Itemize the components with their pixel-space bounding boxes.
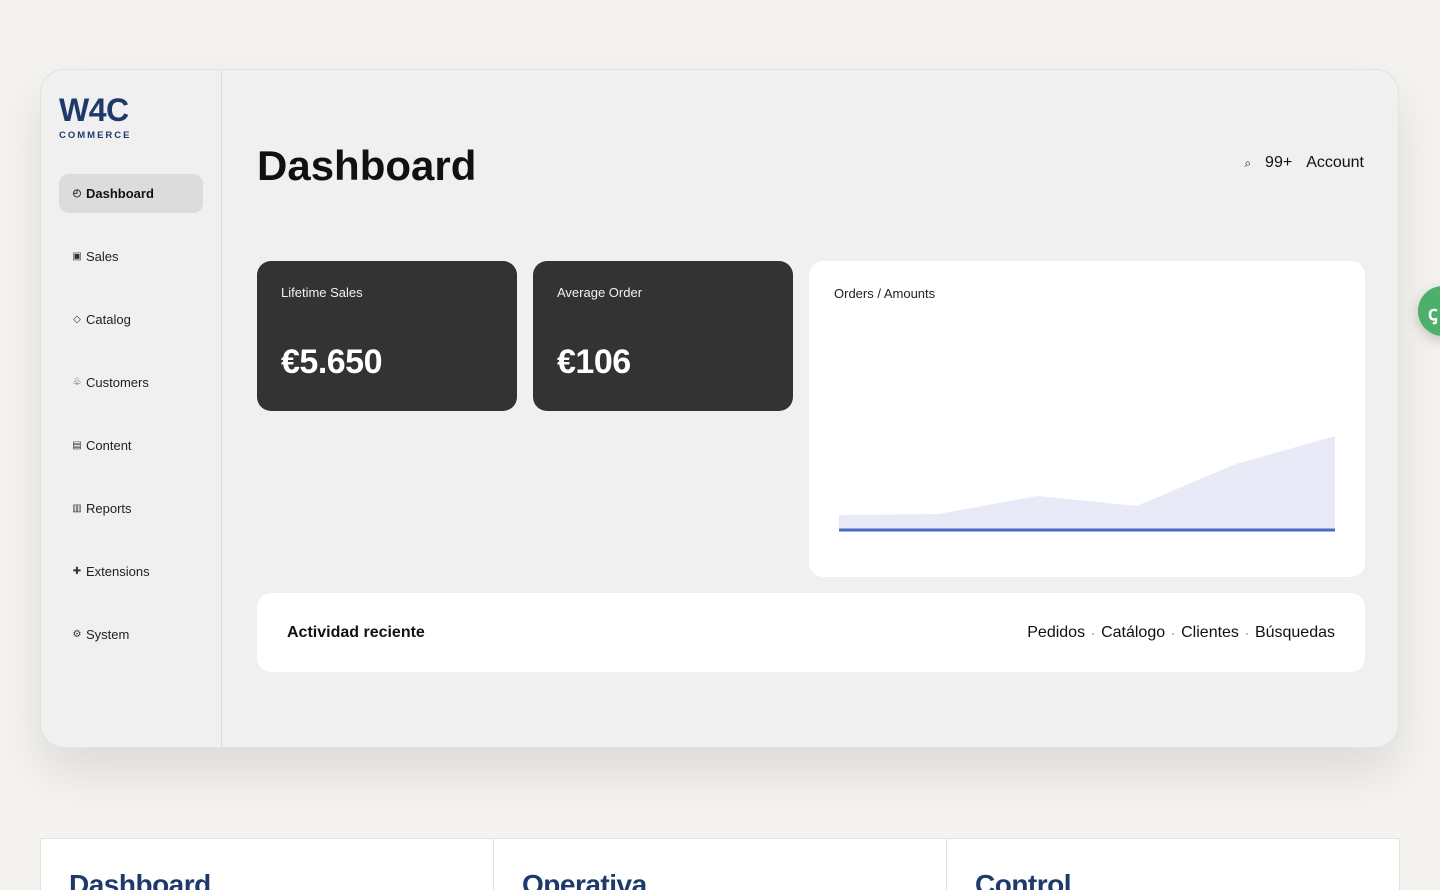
activity-link-1[interactable]: Catálogo <box>1101 624 1165 642</box>
topbar: ⌕ 99+ Account <box>1244 154 1364 172</box>
link-separator: · <box>1244 625 1249 640</box>
sidebar-item-reports[interactable]: ▥ Reports <box>59 489 203 528</box>
sidebar-item-label: Catalog <box>86 312 131 327</box>
bottom-panels: Dashboard Operativa Control <box>40 838 1400 890</box>
bottom-panel-title: Dashboard <box>69 869 211 890</box>
sidebar-item-label: System <box>86 627 130 642</box>
reports-icon: ▥ <box>72 503 82 514</box>
sales-icon: ▣ <box>72 251 82 262</box>
logo-wordmark: W4C <box>59 92 129 128</box>
lifetime-sales-card: Lifetime Sales €5.650 <box>257 261 517 411</box>
sidebar-item-label: Sales <box>86 249 119 264</box>
account-link[interactable]: Account <box>1306 154 1364 172</box>
system-icon: ⚙ <box>72 629 82 640</box>
card-label: Average Order <box>557 285 643 300</box>
bottom-panel: Operativa <box>494 839 947 890</box>
content-icon: ▤ <box>72 440 82 451</box>
sidebar-item-label: Dashboard <box>86 186 154 201</box>
chart-title: Orders / Amounts <box>834 286 936 301</box>
activity-link-2[interactable]: Clientes <box>1181 624 1239 642</box>
main-content: Dashboard ⌕ 99+ Account Lifetime Sales €… <box>222 70 1398 747</box>
bottom-panel-title: Control <box>975 869 1072 890</box>
sidebar-item-extensions[interactable]: ✚ Extensions <box>59 552 203 591</box>
link-separator: · <box>1171 625 1176 640</box>
extensions-icon: ✚ <box>72 566 82 577</box>
sidebar-item-customers[interactable]: ♧ Customers <box>59 363 203 402</box>
sidebar-item-content[interactable]: ▤ Content <box>59 426 203 465</box>
orders-chart <box>839 436 1335 532</box>
amounts-area-series <box>839 436 1335 530</box>
bottom-panel: Control <box>947 839 1399 890</box>
sidebar-item-system[interactable]: ⚙ System <box>59 615 203 654</box>
chat-button[interactable]: ꞔ <box>1418 286 1440 336</box>
sidebar-item-label: Reports <box>86 501 132 516</box>
activity-links: Pedidos · Catálogo · Clientes · Búsquedas <box>1027 624 1335 642</box>
bottom-panel-title: Operativa <box>522 869 647 890</box>
chat-icon: ꞔ <box>1428 303 1438 325</box>
activity-title: Actividad reciente <box>287 623 425 641</box>
page-title: Dashboard <box>257 142 477 189</box>
sidebar-item-label: Customers <box>86 375 149 390</box>
sidebar-nav: ◴ Dashboard ▣ Sales ◇ Catalog ♧ Customers ▤ Conte… <box>59 174 203 654</box>
sidebar-item-label: Extensions <box>86 564 150 579</box>
sidebar: W4C COMMERCE ◴ Dashboard ▣ Sales ◇ Catalog ♧ Cu… <box>41 70 222 747</box>
bottom-panel: Dashboard <box>41 839 494 890</box>
sidebar-item-label: Content <box>86 438 132 453</box>
sidebar-item-sales[interactable]: ▣ Sales <box>59 237 203 276</box>
notifications-count[interactable]: 99+ <box>1265 154 1292 172</box>
average-order-card: Average Order €106 <box>533 261 793 411</box>
catalog-icon: ◇ <box>73 314 81 325</box>
card-label: Lifetime Sales <box>281 285 363 300</box>
logo[interactable]: W4C COMMERCE <box>59 94 203 141</box>
sidebar-item-dashboard[interactable]: ◴ Dashboard <box>59 174 203 213</box>
customers-icon: ♧ <box>72 377 82 388</box>
app-window: W4C COMMERCE ◴ Dashboard ▣ Sales ◇ Catalog ♧ Cu… <box>40 69 1399 748</box>
card-value: €106 <box>557 343 631 381</box>
dashboard-icon: ◴ <box>72 188 82 199</box>
card-value: €5.650 <box>281 343 383 381</box>
sidebar-item-catalog[interactable]: ◇ Catalog <box>59 300 203 339</box>
link-separator: · <box>1091 625 1096 640</box>
orders-chart-card: Orders / Amounts <box>809 261 1365 577</box>
activity-link-0[interactable]: Pedidos <box>1027 624 1085 642</box>
logo-tagline: COMMERCE <box>59 130 132 141</box>
activity-link-3[interactable]: Búsquedas <box>1255 624 1335 642</box>
search-icon[interactable]: ⌕ <box>1244 156 1251 171</box>
recent-activity-bar: Actividad reciente Pedidos · Catálogo · Clie… <box>257 593 1365 672</box>
